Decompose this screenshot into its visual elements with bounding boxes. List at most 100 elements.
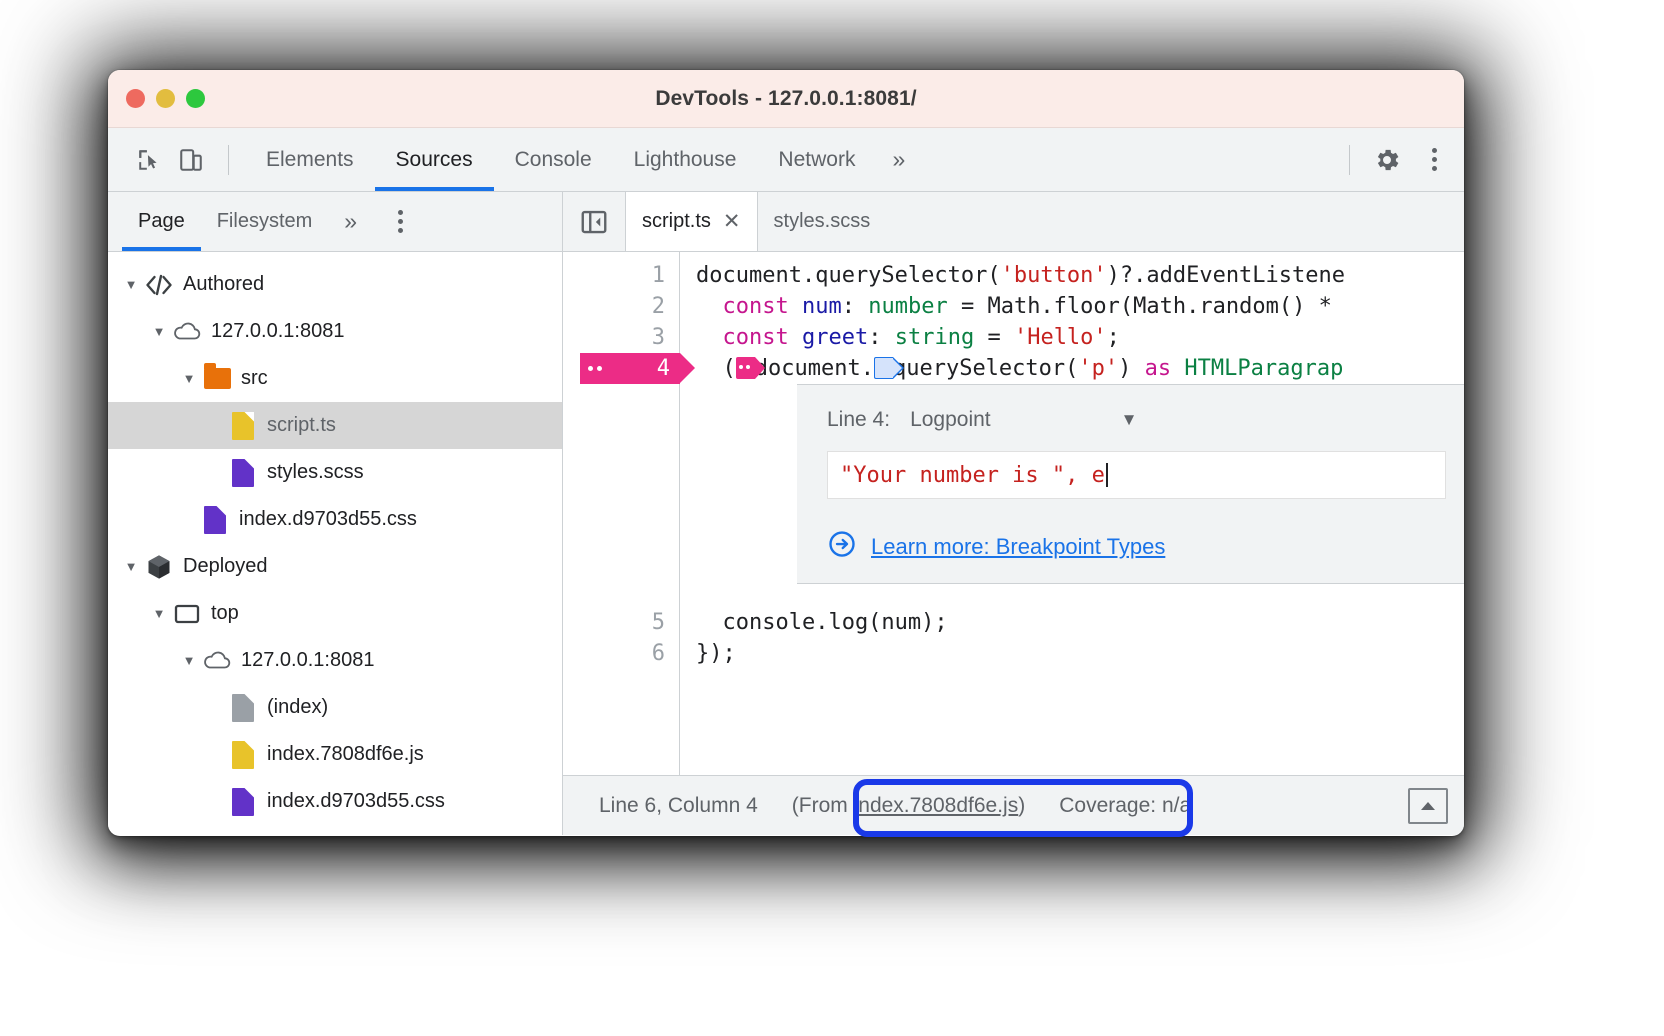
code-line-3[interactable]: const greet: string = 'Hello'; — [680, 322, 1464, 353]
code-line-5[interactable]: console.log(num); — [680, 607, 1464, 638]
tab-elements[interactable]: Elements — [245, 128, 375, 191]
expand-triangle-icon[interactable]: ▼ — [118, 559, 144, 574]
code-line-2[interactable]: const num: number = Math.floor(Math.rand… — [680, 291, 1464, 322]
from-prefix: (From — [792, 794, 854, 817]
expand-triangle-icon[interactable]: ▼ — [176, 371, 202, 386]
expand-triangle-icon[interactable]: ▼ — [118, 277, 144, 292]
tree-node-host-authored[interactable]: ▼ 127.0.0.1:8081 — [108, 308, 562, 355]
file-gray-icon — [228, 694, 258, 722]
code-text: document. — [755, 356, 874, 381]
tree-node-styles-scss[interactable]: styles.scss — [108, 449, 562, 496]
window-title: DevTools - 127.0.0.1:8081/ — [108, 87, 1464, 111]
code-variable: num — [802, 294, 842, 319]
code-text: ) — [1118, 356, 1145, 381]
tree-node-authored[interactable]: ▼ Authored — [108, 261, 562, 308]
code-keyword: const — [723, 325, 789, 350]
tab-label: Elements — [266, 148, 354, 172]
cloud-icon — [172, 322, 202, 342]
code-text: document.querySelector( — [696, 263, 1001, 288]
gutter-line-number: 4 — [657, 356, 670, 381]
tree-node-index-js[interactable]: index.7808df6e.js — [108, 731, 562, 778]
expand-triangle-icon[interactable]: ▼ — [176, 653, 202, 668]
gutter-line-1[interactable]: 1 — [563, 260, 679, 291]
gutter-line-2[interactable]: 2 — [563, 291, 679, 322]
chevron-down-icon: ▼ — [1121, 410, 1138, 430]
navigator-more-chevron-icon[interactable]: » — [328, 208, 373, 235]
logpoint-dots-icon — [588, 353, 602, 384]
breakpoint-type-value: Logpoint — [910, 408, 991, 432]
source-origin-status[interactable]: (From index.7808df6e.js) — [774, 794, 1043, 818]
code-lines[interactable]: document.querySelector('button')?.addEve… — [680, 252, 1464, 775]
gutter-line-3[interactable]: 3 — [563, 322, 679, 353]
gear-icon[interactable] — [1366, 139, 1408, 181]
breakpoint-editor-header: Line 4: Logpoint ▼ — [797, 399, 1464, 441]
code-string: 'button' — [1001, 263, 1107, 288]
close-icon[interactable]: ✕ — [723, 209, 741, 234]
code-variable: greet — [802, 325, 868, 350]
device-toolbar-icon[interactable] — [170, 139, 212, 181]
tree-node-host-deployed[interactable]: ▼ 127.0.0.1:8081 — [108, 637, 562, 684]
logpoint-expression-input[interactable]: "Your number is ", e — [827, 451, 1446, 499]
tree-node-script-ts[interactable]: script.ts — [108, 402, 562, 449]
code-text: : — [868, 325, 895, 350]
text-caret — [1106, 463, 1108, 487]
tab-label: Network — [778, 148, 855, 172]
code-line-6[interactable]: }); — [680, 638, 1464, 669]
expand-triangle-icon[interactable]: ▼ — [146, 324, 172, 339]
gutter-line-6[interactable]: 6 — [563, 638, 679, 669]
tab-lighthouse[interactable]: Lighthouse — [613, 128, 758, 191]
tree-node-label: Deployed — [183, 555, 268, 578]
tree-node-label: script.ts — [267, 414, 336, 437]
file-purple-icon — [228, 459, 258, 487]
more-tabs-chevron-icon[interactable]: » — [876, 146, 921, 173]
tree-node-index-css-authored[interactable]: index.d9703d55.css — [108, 496, 562, 543]
code-keyword: const — [723, 294, 789, 319]
tab-sources[interactable]: Sources — [375, 128, 494, 191]
origin-file-link[interactable]: index.7808df6e.js — [854, 794, 1019, 817]
tree-node-label: top — [211, 602, 239, 625]
tab-network[interactable]: Network — [757, 128, 876, 191]
collapse-sidebar-icon[interactable] — [563, 207, 625, 237]
inspect-cursor-icon[interactable] — [128, 139, 170, 181]
expand-triangle-icon[interactable]: ▼ — [146, 606, 172, 621]
cursor-position-status: Line 6, Column 4 — [583, 794, 774, 818]
tree-node-top[interactable]: ▼ top — [108, 590, 562, 637]
gutter-line-4-logpoint-marker[interactable]: 4 — [580, 353, 680, 384]
tree-node-index[interactable]: (index) — [108, 684, 562, 731]
tree-node-src[interactable]: ▼ src — [108, 355, 562, 402]
code-brackets-icon — [144, 274, 174, 296]
breakpoint-line-label: Line 4: — [827, 408, 890, 432]
editor-tab-styles-scss[interactable]: styles.scss — [758, 192, 887, 251]
toolbar-divider — [228, 145, 229, 175]
code-type: number — [868, 294, 947, 319]
tree-node-index-css-deployed[interactable]: index.d9703d55.css — [108, 778, 562, 825]
learn-more-breakpoint-types-link[interactable]: Learn more: Breakpoint Types — [797, 529, 1464, 565]
tab-console[interactable]: Console — [494, 128, 613, 191]
tree-node-label: 127.0.0.1:8081 — [211, 320, 344, 343]
inline-breakpoint-chip-icon[interactable] — [874, 357, 893, 379]
file-tree: ▼ Authored ▼ 127.0.0.1:8081 — [108, 252, 562, 825]
navigator-tabbar: Page Filesystem » — [108, 192, 562, 252]
file-purple-icon — [228, 788, 258, 816]
editor-tab-script-ts[interactable]: script.ts ✕ — [625, 192, 758, 251]
inline-logpoint-chip-icon[interactable] — [736, 357, 755, 379]
code-editor[interactable]: 1 2 3 4 5 6 document.querySelector('butt… — [563, 252, 1464, 775]
nav-tab-filesystem[interactable]: Filesystem — [201, 192, 329, 251]
kebab-menu-icon[interactable] — [1408, 139, 1450, 181]
devtools-toolbar: Elements Sources Console Lighthouse Netw… — [108, 128, 1464, 192]
show-drawer-icon[interactable] — [1408, 788, 1448, 824]
breakpoint-editor-popup[interactable]: Line 4: Logpoint ▼ "Your number is ", e — [797, 384, 1464, 584]
file-yellow-icon — [228, 741, 258, 769]
tree-node-label: Authored — [183, 273, 264, 296]
tree-node-label: src — [241, 367, 268, 390]
tab-label: Lighthouse — [634, 148, 737, 172]
devtools-body: Page Filesystem » ▼ Authored — [108, 192, 1464, 835]
code-line-4[interactable]: (document.querySelector('p') as HTMLPara… — [680, 353, 1464, 384]
breakpoint-type-dropdown[interactable]: Logpoint ▼ — [910, 408, 1137, 432]
line-number-gutter[interactable]: 1 2 3 4 5 6 — [563, 252, 680, 775]
navigator-kebab-menu-icon[interactable] — [383, 210, 417, 233]
code-line-1[interactable]: document.querySelector('button')?.addEve… — [680, 260, 1464, 291]
tree-node-deployed[interactable]: ▼ Deployed — [108, 543, 562, 590]
nav-tab-page[interactable]: Page — [122, 192, 201, 251]
gutter-line-5[interactable]: 5 — [563, 607, 679, 638]
